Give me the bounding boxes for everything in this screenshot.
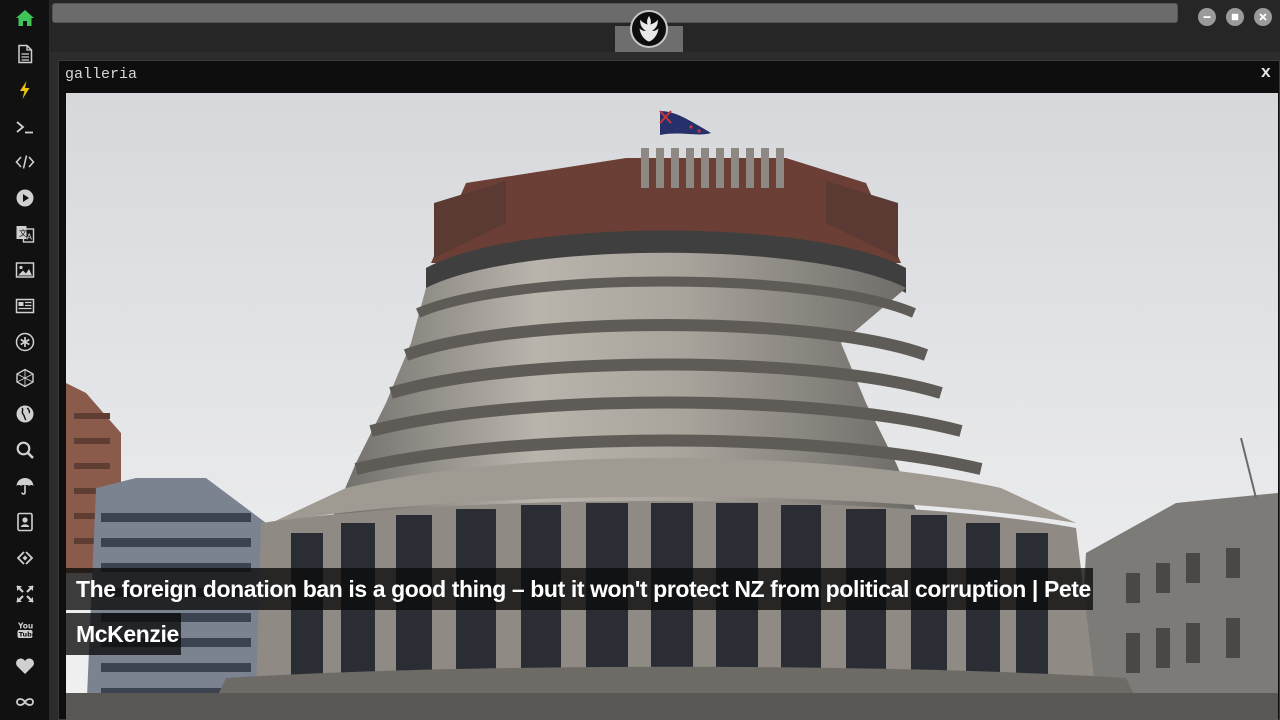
svg-text:Tube: Tube [19, 631, 35, 639]
umbrella-icon [16, 478, 34, 495]
sidebar-item-infinity[interactable] [13, 690, 37, 714]
sidebar: 文A You Tube [0, 0, 50, 720]
terminal-icon [16, 121, 33, 134]
link-icon [16, 551, 34, 565]
sidebar-item-newspaper[interactable] [13, 294, 37, 318]
sidebar-item-document[interactable] [13, 42, 37, 66]
panel-close-button[interactable]: x [1261, 64, 1271, 83]
translate-icon: 文A [16, 226, 35, 243]
sidebar-item-asterisk[interactable] [13, 330, 37, 354]
caption-text: The foreign donation ban is a good thing… [66, 568, 1093, 655]
home-icon [16, 10, 34, 26]
infinity-icon [16, 698, 34, 706]
close-window-button[interactable] [1254, 8, 1272, 26]
sidebar-item-umbrella[interactable] [13, 474, 37, 498]
sidebar-item-youtube[interactable]: You Tube [13, 618, 37, 642]
image-icon [15, 262, 35, 278]
youtube-icon: YouTube [17, 622, 35, 639]
sidebar-item-contact-card[interactable] [13, 510, 37, 534]
contact-card-icon [17, 512, 33, 532]
heart-icon [16, 658, 34, 674]
lightning-icon [20, 81, 30, 99]
gallery-caption: The foreign donation ban is a good thing… [66, 567, 1096, 657]
svg-text:You: You [17, 622, 33, 631]
maximize-icon [1231, 13, 1239, 21]
sidebar-item-lightning[interactable] [13, 78, 37, 102]
hexagon-icon [16, 368, 34, 388]
panel-title: galleria [65, 66, 138, 83]
play-icon [16, 189, 34, 207]
sidebar-item-translate[interactable]: 文A [13, 222, 37, 246]
sidebar-item-terminal[interactable] [13, 115, 37, 139]
sidebar-item-search[interactable] [13, 438, 37, 462]
address-bar[interactable] [52, 3, 1178, 23]
sidebar-item-heart[interactable] [13, 654, 37, 678]
svg-text:A: A [27, 233, 33, 242]
close-icon [1259, 13, 1267, 21]
minimize-button[interactable] [1198, 8, 1216, 26]
document-icon [18, 44, 33, 64]
sidebar-item-globe[interactable] [13, 402, 37, 426]
asterisk-icon [15, 332, 35, 352]
sidebar-item-expand[interactable] [13, 582, 37, 606]
newspaper-icon [15, 298, 35, 314]
globe-icon [16, 405, 34, 423]
search-icon [16, 441, 34, 459]
sidebar-item-code[interactable] [13, 150, 37, 174]
sidebar-item-link[interactable] [13, 546, 37, 570]
maximize-button[interactable] [1226, 8, 1244, 26]
minimize-icon [1203, 16, 1211, 18]
rebel-alliance-logo[interactable] [630, 10, 668, 48]
sidebar-item-hexagon[interactable] [13, 366, 37, 390]
sidebar-item-home[interactable] [13, 6, 37, 30]
sidebar-item-play[interactable] [13, 186, 37, 210]
rebel-alliance-icon [639, 16, 659, 42]
expand-icon [16, 585, 34, 603]
sidebar-item-image[interactable] [13, 258, 37, 282]
code-icon [15, 155, 35, 169]
